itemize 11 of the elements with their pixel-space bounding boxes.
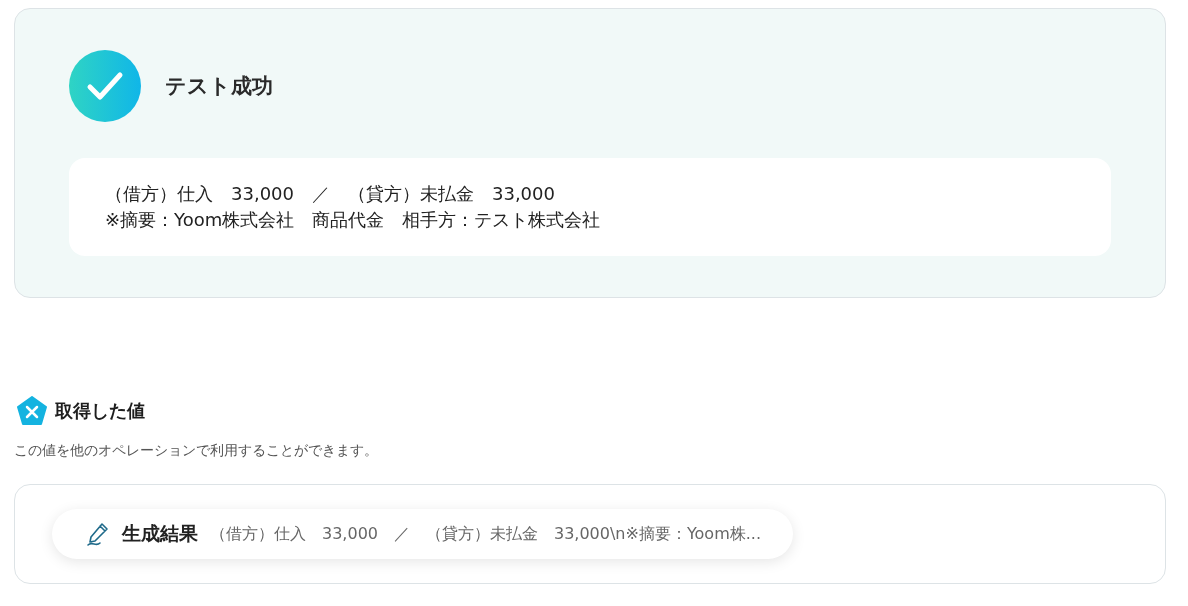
result-text: （借方）仕入 33,000 ／ （貸方）未払金 33,000	[105, 182, 556, 206]
value-chip[interactable]: 生成結果 （借方）仕入 33,000 ／ （貸方）未払金 33,000\n※摘要：Yoom株...	[52, 509, 793, 559]
pen-icon	[84, 521, 110, 547]
variable-icon	[17, 396, 47, 426]
section-title: 取得した値	[55, 399, 145, 423]
value-label: 生成結果	[122, 521, 198, 546]
section-description: この値を他のオペレーションで利用することができます。	[14, 442, 379, 460]
check-icon	[69, 50, 141, 122]
result-text: ※摘要：Yoom株式会社 商品代金 相手方：テスト株式会社	[105, 208, 602, 232]
status-title: テスト成功	[165, 73, 273, 100]
value-text: （借方）仕入 33,000 ／ （貸方）未払金 33,000\n※摘要：Yoom株...	[210, 523, 761, 545]
